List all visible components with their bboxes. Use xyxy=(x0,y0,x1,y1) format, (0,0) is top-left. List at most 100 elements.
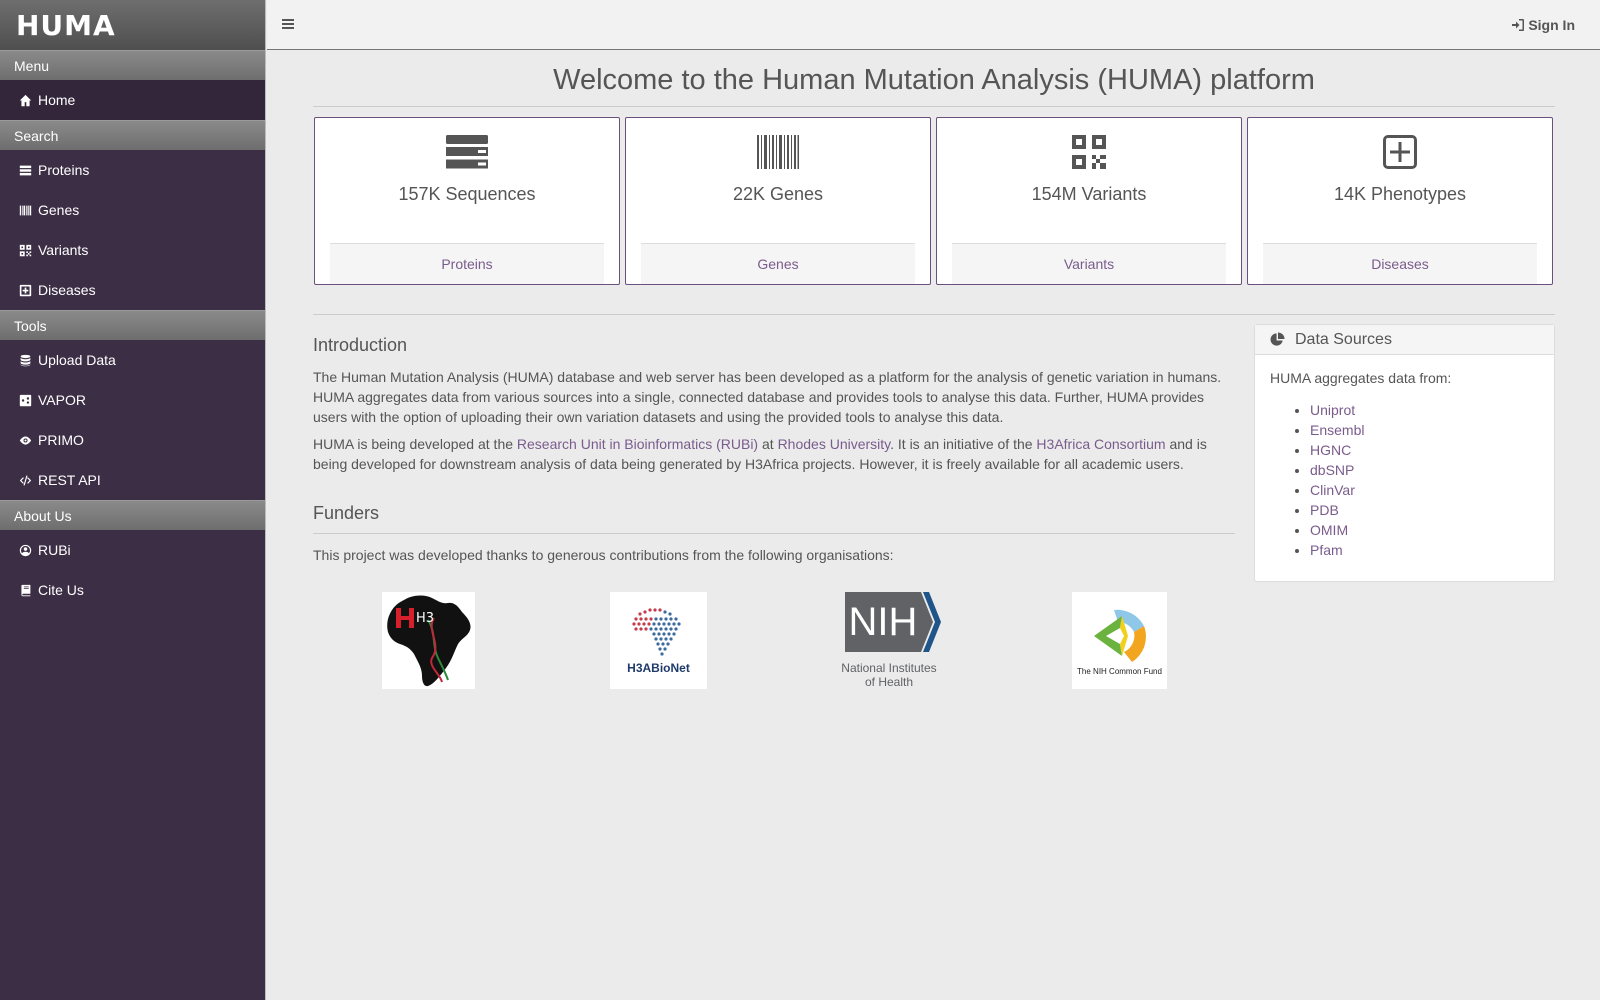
home-icon xyxy=(18,93,32,107)
card-variants: 154M Variants Variants xyxy=(936,117,1242,285)
user-circle-icon xyxy=(18,543,32,557)
data-source-link-uniprot[interactable]: Uniprot xyxy=(1310,402,1355,418)
sidebar-section-menu: Menu xyxy=(0,50,265,80)
rhodes-university-link[interactable]: Rhodes University xyxy=(778,436,891,452)
nih-common-fund-logo[interactable]: The NIH Common Fund xyxy=(1072,592,1167,689)
introduction-paragraph: The Human Mutation Analysis (HUMA) datab… xyxy=(313,369,1222,425)
plus-square-icon xyxy=(1248,135,1552,169)
server-icon xyxy=(18,163,32,177)
sidebar-section-search: Search xyxy=(0,120,265,150)
funders-heading: Funders xyxy=(313,503,1235,534)
barcode-icon xyxy=(18,203,32,217)
sidebar-item-label: Proteins xyxy=(38,162,90,178)
sign-in-label: Sign In xyxy=(1528,17,1575,33)
card-count: 154M Variants xyxy=(1031,184,1147,204)
stats-cards: 157K Sequences Proteins 22K Genes Genes … xyxy=(313,117,1555,285)
menu-toggle-button[interactable] xyxy=(281,17,295,31)
data-sources-intro: HUMA aggregates data from: xyxy=(1270,370,1452,386)
brand-text: HUMA xyxy=(16,8,116,42)
sidebar-item-vapor[interactable]: VAPOR xyxy=(0,380,265,420)
data-sources-title: Data Sources xyxy=(1295,330,1392,348)
sidebar-item-rubi[interactable]: RUBi xyxy=(0,530,265,570)
server-icon xyxy=(315,135,619,169)
qrcode-icon xyxy=(937,135,1241,169)
data-source-link-ensembl[interactable]: Ensembl xyxy=(1310,422,1364,438)
database-icon xyxy=(18,353,32,367)
data-sources-panel: Data Sources HUMA aggregates data from: … xyxy=(1254,324,1555,582)
text-span: HUMA is being developed at the xyxy=(313,436,517,452)
card-count: 157K Sequences xyxy=(398,184,536,204)
list-item: dbSNP xyxy=(1310,460,1364,480)
qrcode-icon xyxy=(18,243,32,257)
sidebar-section-tools: Tools xyxy=(0,310,265,340)
sidebar-item-variants[interactable]: Variants xyxy=(0,230,265,270)
sidebar-item-label: Home xyxy=(38,92,76,108)
bars-icon xyxy=(282,19,294,29)
sidebar-item-label: VAPOR xyxy=(38,392,86,408)
card-count: 22K Genes xyxy=(732,184,824,204)
sidebar-item-genes[interactable]: Genes xyxy=(0,190,265,230)
common-fund-text: The NIH Common Fund xyxy=(1077,667,1162,676)
top-navbar: Sign In xyxy=(267,0,1600,50)
brand-logo[interactable]: HUMA xyxy=(0,0,265,50)
card-link-proteins[interactable]: Proteins xyxy=(330,243,604,284)
data-sources-header: Data Sources xyxy=(1255,325,1554,355)
data-sources-list: Uniprot Ensembl HGNC dbSNP ClinVar PDB O… xyxy=(1310,400,1364,560)
sidebar-item-cite-us[interactable]: Cite Us xyxy=(0,570,265,610)
sidebar-item-label: REST API xyxy=(38,472,101,488)
card-link-genes[interactable]: Genes xyxy=(641,243,915,284)
sidebar-section-about: About Us xyxy=(0,500,265,530)
sidebar-item-home[interactable]: Home xyxy=(0,80,265,120)
h3abionet-logo-text: H3ABioNet xyxy=(627,661,690,675)
nih-name-line-1: National Institutes xyxy=(841,661,936,675)
code-icon xyxy=(18,473,32,487)
eye-icon xyxy=(18,433,32,447)
sidebar-item-diseases[interactable]: Diseases xyxy=(0,270,265,310)
sidebar-item-label: PRIMO xyxy=(38,432,84,448)
sidebar-item-label: Upload Data xyxy=(38,352,116,368)
nih-logo[interactable]: NIH National Institutes of Health xyxy=(833,592,949,689)
h3abionet-logo[interactable]: H3ABioNet xyxy=(610,592,707,689)
card-proteins: 157K Sequences Proteins xyxy=(314,117,620,285)
sidebar-item-primo[interactable]: PRIMO xyxy=(0,420,265,460)
nih-mark-text: NIH xyxy=(849,600,918,644)
sidebar-item-label: Diseases xyxy=(38,282,96,298)
card-link-variants[interactable]: Variants xyxy=(952,243,1226,284)
card-diseases: 14K Phenotypes Diseases xyxy=(1247,117,1553,285)
list-item: Ensembl xyxy=(1310,420,1364,440)
sidebar-item-proteins[interactable]: Proteins xyxy=(0,150,265,190)
sidebar-item-rest-api[interactable]: REST API xyxy=(0,460,265,500)
sidebar: HUMA Menu Home Search Proteins Genes Var… xyxy=(0,0,266,1000)
list-item: ClinVar xyxy=(1310,480,1364,500)
sidebar-item-label: Genes xyxy=(38,202,80,218)
share-icon xyxy=(18,393,32,407)
book-icon xyxy=(18,583,32,597)
data-source-link-pdb[interactable]: PDB xyxy=(1310,502,1339,518)
introduction-heading: Introduction xyxy=(313,335,408,355)
funder-logos: H3 H3ABioNet NIH National Institutes of … xyxy=(313,592,1235,692)
data-source-link-clinvar[interactable]: ClinVar xyxy=(1310,482,1355,498)
list-item: Pfam xyxy=(1310,540,1364,560)
data-source-link-omim[interactable]: OMIM xyxy=(1310,522,1348,538)
data-source-link-hgnc[interactable]: HGNC xyxy=(1310,442,1351,458)
h3africa-logo-text: H3 xyxy=(416,611,434,626)
data-source-link-pfam[interactable]: Pfam xyxy=(1310,542,1343,558)
data-source-link-dbsnp[interactable]: dbSNP xyxy=(1310,462,1354,478)
page-title: Welcome to the Human Mutation Analysis (… xyxy=(313,50,1555,107)
sidebar-item-label: Variants xyxy=(38,242,89,258)
sign-in-icon xyxy=(1512,19,1525,31)
sidebar-item-upload-data[interactable]: Upload Data xyxy=(0,340,265,380)
list-item: PDB xyxy=(1310,500,1364,520)
rubi-link[interactable]: Research Unit in Bioinformatics (RUBi) xyxy=(517,436,758,452)
h3africa-consortium-link[interactable]: H3Africa Consortium xyxy=(1036,436,1165,452)
plus-square-icon xyxy=(18,283,32,297)
card-link-diseases[interactable]: Diseases xyxy=(1263,243,1537,284)
h3africa-logo[interactable]: H3 xyxy=(382,592,475,689)
sign-in-button[interactable]: Sign In xyxy=(1512,17,1575,33)
funders-text: This project was developed thanks to gen… xyxy=(313,547,894,563)
list-item: OMIM xyxy=(1310,520,1364,540)
list-item: HGNC xyxy=(1310,440,1364,460)
barcode-icon xyxy=(626,135,930,169)
list-item: Uniprot xyxy=(1310,400,1364,420)
pie-chart-icon xyxy=(1270,332,1285,346)
